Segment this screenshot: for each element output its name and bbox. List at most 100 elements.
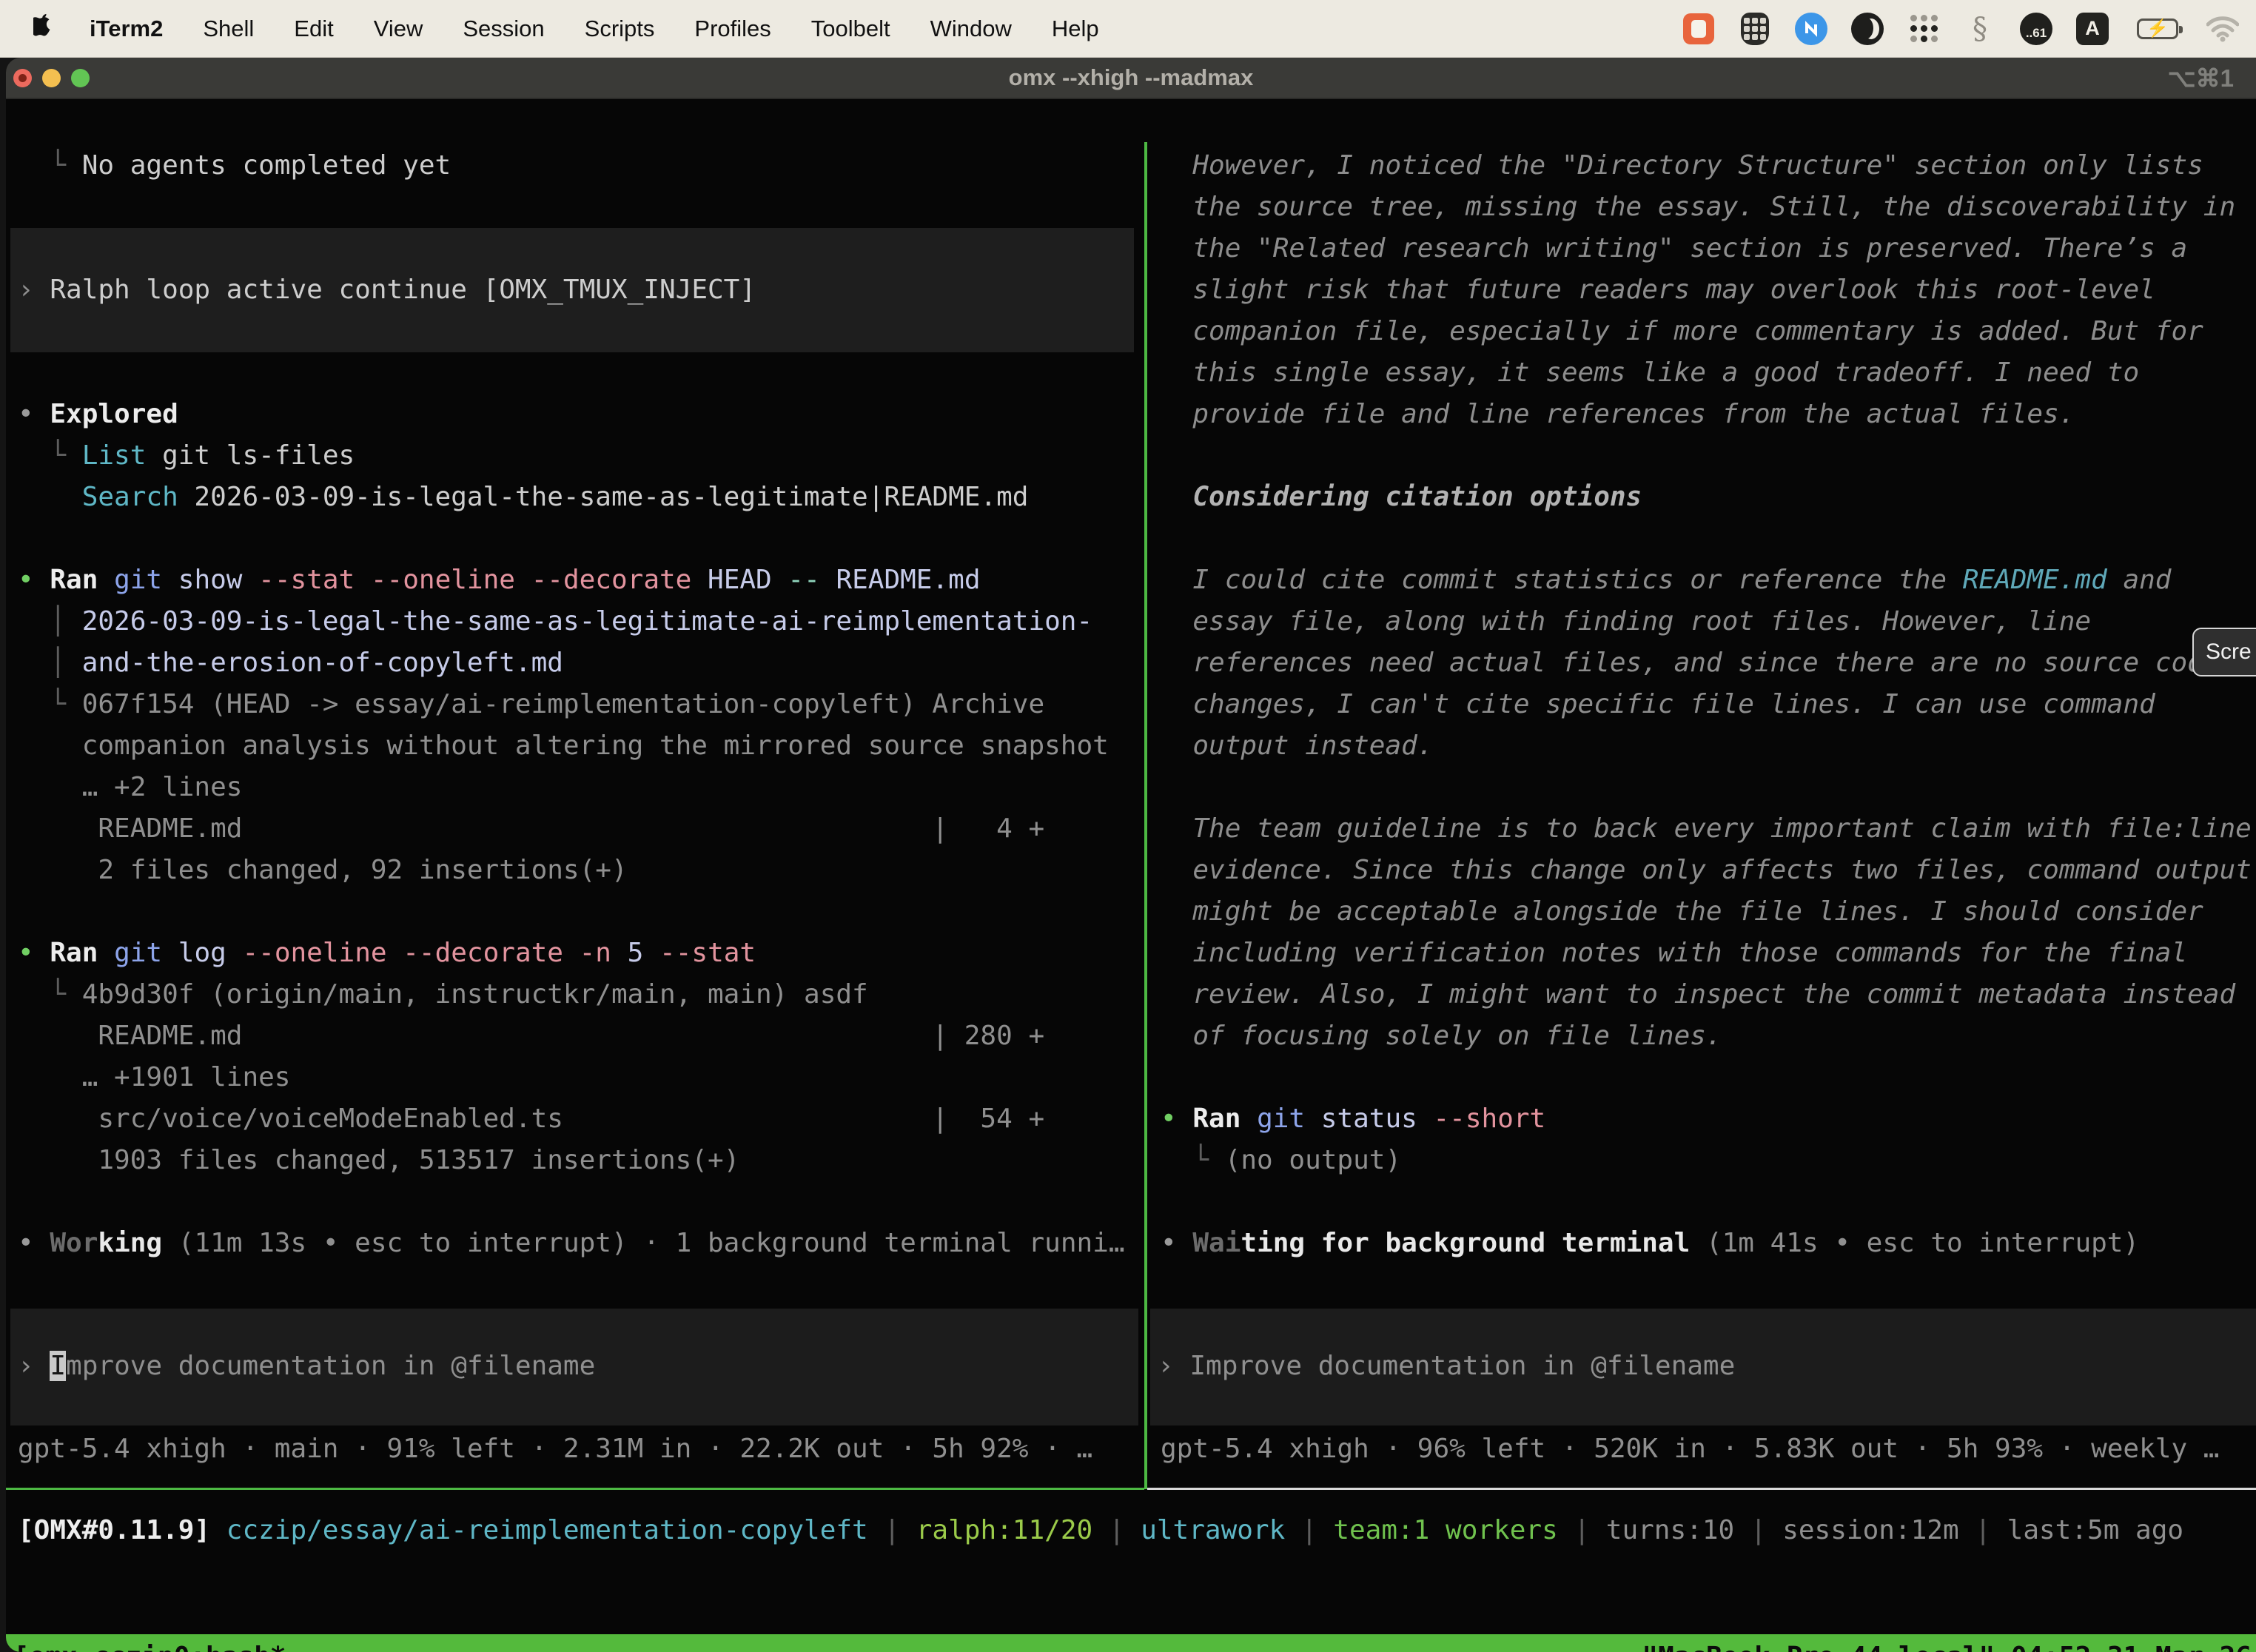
left-pane-bottom-border: [6, 1488, 1144, 1490]
terminal-content[interactable]: └ No agents completed yet › Ralph loop a…: [6, 99, 2256, 1652]
terminal-line: the "Related research writing" section i…: [1161, 228, 2256, 269]
terminal-line: output instead.: [1161, 725, 2256, 767]
terminal-line: I could cite commit statistics or refere…: [1161, 560, 2256, 601]
apple-icon[interactable]: [21, 13, 70, 44]
menu-item-shell[interactable]: Shell: [183, 0, 274, 58]
pane-divider[interactable]: [1144, 142, 1147, 1489]
blue-bolt-glyph: [1795, 13, 1827, 45]
left-inject-banner: › Ralph loop active continue [OMX_TMUX_I…: [10, 228, 1134, 352]
terminal-line: │ 2026-03-09-is-legal-the-same-as-legiti…: [18, 601, 1144, 642]
terminal-line: [1161, 518, 2256, 560]
terminal-line: provide file and line references from th…: [1161, 394, 2256, 435]
left-prompt-input[interactable]: › Improve documentation in @filename: [10, 1309, 1138, 1426]
moon-circle-icon[interactable]: [1850, 12, 1884, 46]
right-model-status: gpt-5.4 xhigh · 96% left · 520K in · 5.8…: [1161, 1428, 2256, 1470]
wifi-icon[interactable]: [2206, 12, 2240, 46]
terminal-line: companion file, especially if more comme…: [1161, 311, 2256, 352]
terminal-line: essay file, along with finding root file…: [1161, 601, 2256, 642]
terminal-line: └ 4b9d30f (origin/main, instructkr/main,…: [18, 974, 1144, 1015]
menu-status-icons: § ..61 A ⚡: [1682, 12, 2240, 46]
right-pane-bottom-border: [1147, 1488, 2256, 1490]
window-shortcut-badge: ⌥⌘1: [2168, 64, 2234, 93]
terminal-line: [omx-cczip0:bash*: [13, 1634, 286, 1652]
blue-bolt-icon[interactable]: [1794, 12, 1828, 46]
terminal-line: … +1901 lines: [18, 1057, 1144, 1098]
dot-badge-icon[interactable]: ..61: [2019, 12, 2053, 46]
terminal-line: README.md | 280 +: [18, 1015, 1144, 1057]
iterm-window: omx --xhigh --madmax ⌥⌘1 └ No agents com…: [6, 58, 2256, 1652]
squiggle-icon[interactable]: §: [1963, 12, 1997, 46]
menu-items: iTerm2ShellEditViewSessionScriptsProfile…: [70, 0, 1119, 58]
tmux-host-clock: "MacBook-Pro-44.local" 04:52 31-Mar-26: [1642, 1634, 2252, 1652]
left-model-status: gpt-5.4 xhigh · main · 91% left · 2.31M …: [18, 1428, 1128, 1470]
terminal-line: • Explored: [18, 394, 1144, 435]
terminal-line: Search 2026-03-09-is-legal-the-same-as-l…: [18, 477, 1144, 518]
terminal-line: slight risk that future readers may over…: [1161, 269, 2256, 311]
terminal-line: [OMX#0.11.9] cczip/essay/ai-reimplementa…: [18, 1510, 2253, 1551]
moon-glyph: [1851, 13, 1884, 45]
screen-notification-overlay[interactable]: Scre: [2192, 628, 2256, 676]
terminal-line: └ No agents completed yet: [18, 145, 1144, 187]
terminal-line: evidence. Since this change only affects…: [1161, 850, 2256, 891]
menu-item-iterm2[interactable]: iTerm2: [70, 0, 183, 58]
terminal-line: • Ran git status --short: [1161, 1098, 2256, 1140]
window-title: omx --xhigh --madmax: [6, 64, 2256, 91]
screen-record-icon[interactable]: [1682, 12, 1716, 46]
a-tile-icon[interactable]: A: [2075, 12, 2109, 46]
menu-item-toolbelt[interactable]: Toolbelt: [791, 0, 910, 58]
tmux-status-bar: [omx-cczip0:bash* "MacBook-Pro-44.local"…: [6, 1634, 2256, 1652]
terminal-line: › Improve documentation in @filename: [10, 1346, 1138, 1387]
terminal-line: changes, I can't cite specific file line…: [1161, 684, 2256, 725]
terminal-line: [18, 891, 1144, 933]
squiggle-glyph: §: [1973, 12, 1987, 46]
terminal-line: the source tree, missing the essay. Stil…: [1161, 187, 2256, 228]
shield-keypad-glyph: [1741, 13, 1769, 45]
terminal-line: gpt-5.4 xhigh · 96% left · 520K in · 5.8…: [1161, 1428, 2256, 1470]
terminal-line: │ and-the-erosion-of-copyleft.md: [18, 642, 1144, 684]
right-prompt-input[interactable]: › Improve documentation in @filename: [1150, 1309, 2256, 1426]
terminal-line: might be acceptable alongside the file l…: [1161, 891, 2256, 933]
terminal-line: including verification notes with those …: [1161, 933, 2256, 974]
terminal-line: [1161, 435, 2256, 477]
terminal-line: [1161, 767, 2256, 808]
right-pane-scrollback: However, I noticed the "Directory Struct…: [1150, 145, 2256, 1264]
tmux-session-label[interactable]: [omx-cczip0:bash*: [13, 1634, 286, 1652]
left-pane-scrollback: • Explored └ List git ls-files Search 20…: [6, 394, 1144, 1264]
terminal-line: … +2 lines: [18, 767, 1144, 808]
terminal-line: companion analysis without altering the …: [18, 725, 1144, 767]
left-pane-scrollback-top: └ No agents completed yet: [6, 145, 1144, 187]
battery-icon[interactable]: ⚡: [2132, 12, 2183, 46]
menu-item-profiles[interactable]: Profiles: [674, 0, 790, 58]
apple-logo-glyph: [33, 13, 57, 41]
menu-item-help[interactable]: Help: [1032, 0, 1119, 58]
terminal-line: • Ran git log --oneline --decorate -n 5 …: [18, 933, 1144, 974]
a-tile-label: A: [2076, 13, 2109, 45]
terminal-line: [18, 518, 1144, 560]
menu-item-scripts[interactable]: Scripts: [565, 0, 675, 58]
menu-item-view[interactable]: View: [354, 0, 443, 58]
menu-bar: iTerm2ShellEditViewSessionScriptsProfile…: [0, 0, 2256, 58]
terminal-line: └ 067f154 (HEAD -> essay/ai-reimplementa…: [18, 684, 1144, 725]
terminal-line: "MacBook-Pro-44.local" 04:52 31-Mar-26: [1642, 1634, 2252, 1652]
terminal-line: of focusing solely on file lines.: [1161, 1015, 2256, 1057]
terminal-line: review. Also, I might want to inspect th…: [1161, 974, 2256, 1015]
dots-grid-glyph: [1910, 15, 1938, 42]
battery-bolt: ⚡: [2146, 20, 2169, 38]
menu-item-session[interactable]: Session: [443, 0, 564, 58]
shield-keypad-icon[interactable]: [1738, 12, 1772, 46]
dot-badge-label: ..61: [2020, 13, 2052, 45]
terminal-line: • Waiting for background terminal (1m 41…: [1161, 1223, 2256, 1264]
wifi-glyph: [2206, 16, 2239, 42]
menu-item-edit[interactable]: Edit: [274, 0, 353, 58]
terminal-line: [1161, 1181, 2256, 1223]
terminal-line: README.md | 4 +: [18, 808, 1144, 850]
terminal-line: › Improve documentation in @filename: [1150, 1346, 2256, 1387]
dots-grid-icon[interactable]: [1907, 12, 1941, 46]
window-title-bar[interactable]: omx --xhigh --madmax ⌥⌘1: [6, 58, 2256, 99]
menu-item-window[interactable]: Window: [910, 0, 1032, 58]
terminal-line: However, I noticed the "Directory Struct…: [1161, 145, 2256, 187]
terminal-line: • Ran git show --stat --oneline --decora…: [18, 560, 1144, 601]
terminal-line: 2 files changed, 92 insertions(+): [18, 850, 1144, 891]
battery-glyph: ⚡: [2137, 19, 2178, 39]
screen-record-glyph: [1683, 13, 1714, 44]
